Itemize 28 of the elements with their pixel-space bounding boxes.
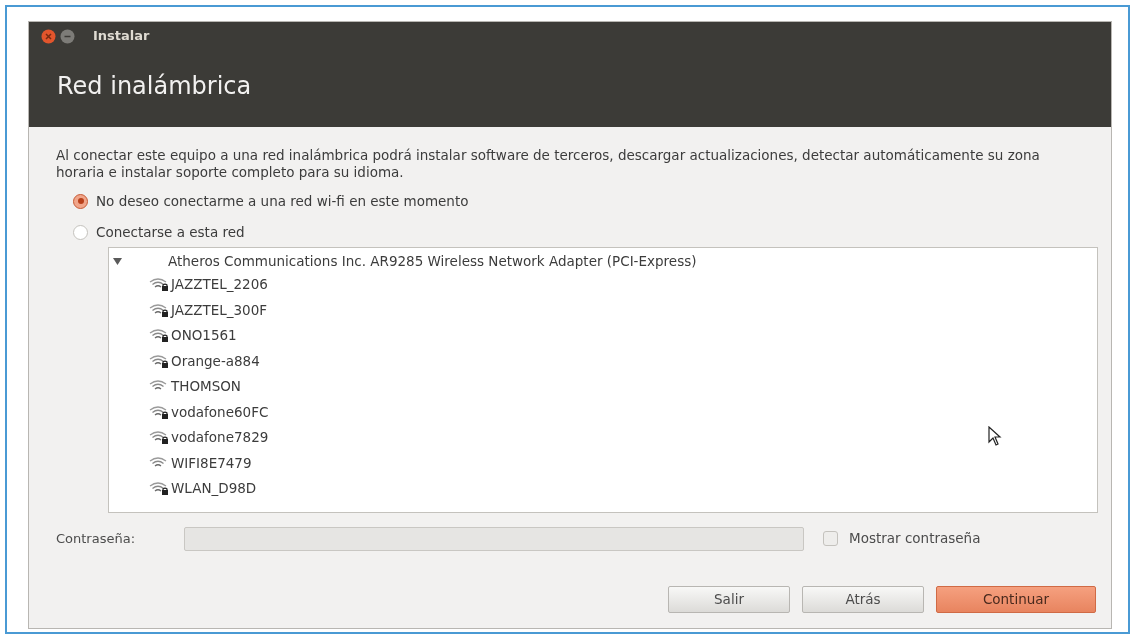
network-name[interactable]: JAZZTEL_300F	[171, 299, 268, 320]
network-name[interactable]: JAZZTEL_2206	[171, 274, 268, 295]
adapter-name[interactable]: Atheros Communications Inc. AR9285 Wireless Network Adapter (PCI-Express)	[168, 251, 697, 272]
network-name[interactable]: vodafone7829	[171, 427, 269, 448]
password-field[interactable]	[184, 526, 804, 551]
mouse-pointer-icon	[988, 426, 1002, 446]
show-password-checkbox[interactable]	[823, 531, 838, 546]
network-name[interactable]: Orange-a884	[171, 350, 260, 371]
dialog-button[interactable]: Atrás	[802, 585, 924, 613]
radio-button[interactable]	[73, 193, 88, 209]
radio-label[interactable]: Conectarse a esta red	[96, 222, 245, 243]
continue-button[interactable]: Continuar	[936, 585, 1096, 613]
network-name[interactable]: WIFI8E7479	[171, 452, 252, 473]
expander-icon[interactable]	[112, 256, 123, 267]
window-title: Instalar	[93, 27, 150, 46]
description-text: Al conectar este equipo a una red inalámbrica podrá instalar software de terceros, descargar actualizaciones, detectar automáticamente su zona horaria e instalar soporte completo para su idioma.	[56, 147, 1041, 181]
minimize-icon[interactable]	[60, 28, 75, 44]
password-label: Contraseña:	[56, 529, 137, 548]
network-name[interactable]: WLAN_D98D	[171, 478, 257, 499]
network-name[interactable]: THOMSON	[171, 376, 241, 397]
show-password-label[interactable]: Mostrar contraseña	[849, 528, 981, 549]
radio-label[interactable]: No deseo conectarme a una red wi-fi en este momento	[96, 191, 469, 212]
network-name[interactable]: ONO1561	[171, 325, 237, 346]
network-name[interactable]: vodafone60FC	[171, 401, 269, 422]
dialog-button[interactable]: Salir	[668, 585, 790, 613]
close-icon[interactable]	[41, 28, 56, 44]
page-heading: Red inalámbrica	[57, 70, 252, 102]
radio-button[interactable]	[73, 224, 88, 240]
